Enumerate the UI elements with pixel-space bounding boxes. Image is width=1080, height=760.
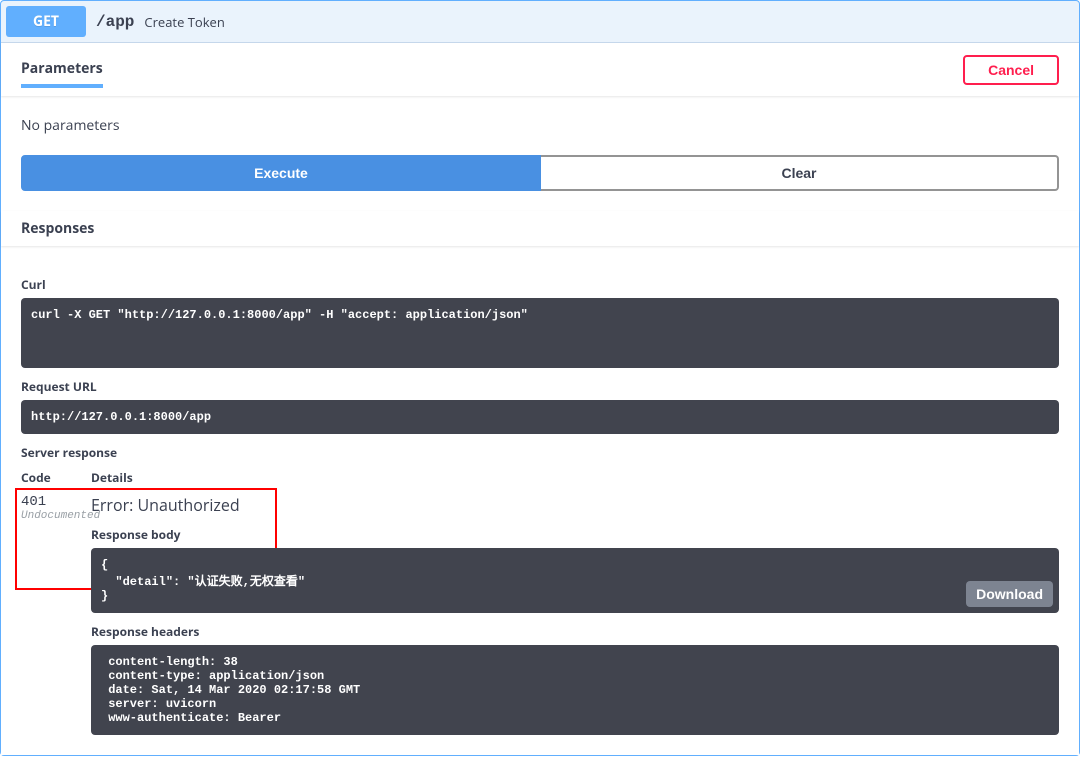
- response-table-head: Code Details: [21, 469, 1059, 486]
- responses-inner: Curl curl -X GET "http://127.0.0.1:8000/…: [1, 246, 1079, 755]
- method-badge: GET: [6, 6, 86, 37]
- operation-block: GET /app Create Token Parameters Cancel …: [0, 0, 1080, 756]
- details-column-header: Details: [91, 469, 1059, 486]
- code-column-header: Code: [21, 469, 91, 486]
- no-parameters-text: No parameters: [21, 116, 120, 135]
- server-response-label: Server response: [21, 444, 1059, 461]
- response-details: Error: Unauthorized Response body { "det…: [91, 494, 1059, 735]
- clear-button[interactable]: Clear: [541, 155, 1059, 191]
- response-headers-label: Response headers: [91, 623, 1059, 640]
- curl-command[interactable]: curl -X GET "http://127.0.0.1:8000/app" …: [21, 298, 1059, 368]
- download-button[interactable]: Download: [966, 581, 1053, 607]
- responses-header: Responses: [1, 211, 1079, 246]
- response-row: 401 Undocumented Error: Unauthorized Res…: [21, 494, 1059, 735]
- tab-parameters[interactable]: Parameters: [21, 51, 103, 88]
- endpoint-title: Create Token: [144, 13, 224, 31]
- response-body-label: Response body: [91, 526, 1059, 543]
- operation-body: Parameters Cancel No parameters Execute …: [1, 42, 1079, 755]
- cancel-button[interactable]: Cancel: [963, 55, 1059, 85]
- response-code: 401 Undocumented: [21, 494, 91, 735]
- undocumented-label: Undocumented: [21, 510, 91, 522]
- execute-button[interactable]: Execute: [21, 155, 541, 191]
- error-title: Error: Unauthorized: [91, 494, 1059, 516]
- parameters-header: Parameters Cancel: [1, 43, 1079, 96]
- request-url-label: Request URL: [21, 378, 1059, 395]
- operation-summary[interactable]: GET /app Create Token: [1, 1, 1079, 42]
- parameters-body: No parameters: [1, 96, 1079, 155]
- request-url-value[interactable]: http://127.0.0.1:8000/app: [21, 400, 1059, 434]
- response-headers[interactable]: content-length: 38 content-type: applica…: [91, 645, 1059, 735]
- curl-label: Curl: [21, 276, 1059, 293]
- execute-row: Execute Clear: [1, 155, 1079, 211]
- response-body[interactable]: { "detail": "认证失败,无权查看" }: [91, 548, 1059, 613]
- endpoint-path: /app: [86, 13, 144, 31]
